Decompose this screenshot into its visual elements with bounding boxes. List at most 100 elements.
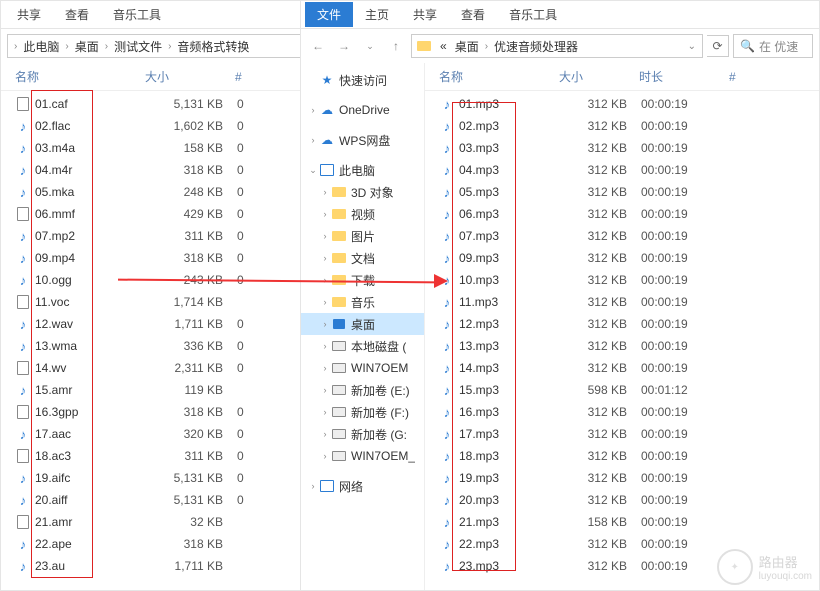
sidebar-item[interactable]: ›☁OneDrive: [301, 99, 424, 121]
sidebar-item[interactable]: ›☁WPS网盘: [301, 129, 424, 151]
expand-icon[interactable]: ›: [319, 363, 331, 373]
ribbon-tab[interactable]: 共享: [5, 2, 53, 27]
breadcrumb[interactable]: 此电脑: [19, 38, 63, 55]
address-box[interactable]: « 桌面 › 优速音频处理器 ⌄: [411, 34, 703, 58]
ribbon-tab[interactable]: 音乐工具: [497, 2, 569, 27]
sidebar-item[interactable]: ›本地磁盘 (: [301, 335, 424, 357]
expand-icon[interactable]: ›: [319, 209, 331, 219]
address-box[interactable]: › 此电脑 › 桌面 › 测试文件 › 音频格式转换: [7, 34, 303, 58]
file-row[interactable]: ♪20.mp3312 KB00:00:19: [425, 489, 819, 511]
file-row[interactable]: ♪19.aifc5,131 KB0: [1, 467, 309, 489]
expand-icon[interactable]: ›: [307, 105, 319, 115]
expand-icon[interactable]: ›: [319, 341, 331, 351]
file-row[interactable]: ♪23.au1,711 KB: [1, 555, 309, 577]
chevron-down-icon[interactable]: ⌄: [686, 41, 698, 52]
file-row[interactable]: ♪05.mp3312 KB00:00:19: [425, 181, 819, 203]
breadcrumb[interactable]: 桌面: [71, 38, 103, 55]
ribbon-tab[interactable]: 音乐工具: [101, 2, 173, 27]
file-row[interactable]: ♪06.mp3312 KB00:00:19: [425, 203, 819, 225]
ribbon-tab-file[interactable]: 文件: [305, 2, 353, 27]
expand-icon[interactable]: ›: [319, 429, 331, 439]
breadcrumb[interactable]: 音频格式转换: [173, 38, 253, 55]
file-row[interactable]: ♪11.mp3312 KB00:00:19: [425, 291, 819, 313]
sidebar-item[interactable]: ›新加卷 (F:): [301, 401, 424, 423]
breadcrumb[interactable]: 优速音频处理器: [490, 38, 582, 55]
file-row[interactable]: ♪17.mp3312 KB00:00:19: [425, 423, 819, 445]
expand-icon[interactable]: ⌄: [307, 165, 319, 176]
nav-dropdown-icon[interactable]: ⌄: [359, 35, 381, 57]
expand-icon[interactable]: ›: [307, 135, 319, 145]
ribbon-tab[interactable]: 主页: [353, 2, 401, 27]
sidebar-item[interactable]: ›下载: [301, 269, 424, 291]
sidebar-item[interactable]: ›音乐: [301, 291, 424, 313]
file-row[interactable]: ♪09.mp4318 KB0: [1, 247, 309, 269]
column-header-name[interactable]: 名称: [15, 68, 145, 85]
file-row[interactable]: ♪15.mp3598 KB00:01:12: [425, 379, 819, 401]
sidebar-item[interactable]: ›图片: [301, 225, 424, 247]
sidebar-item[interactable]: ›新加卷 (G:: [301, 423, 424, 445]
file-row[interactable]: ♪10.mp3312 KB00:00:19: [425, 269, 819, 291]
column-header-size[interactable]: 大小: [145, 68, 235, 85]
expand-icon[interactable]: ›: [307, 481, 319, 491]
search-input[interactable]: 🔍 在 优速: [733, 34, 813, 58]
expand-icon[interactable]: ›: [319, 319, 331, 329]
sidebar-item[interactable]: ★快速访问: [301, 69, 424, 91]
file-row[interactable]: ♪10.ogg243 KB0: [1, 269, 309, 291]
expand-icon[interactable]: ›: [319, 385, 331, 395]
sidebar-item[interactable]: ›WIN7OEM: [301, 357, 424, 379]
expand-icon[interactable]: ›: [319, 407, 331, 417]
sidebar-item[interactable]: ›新加卷 (E:): [301, 379, 424, 401]
file-row[interactable]: 01.caf5,131 KB0: [1, 93, 309, 115]
nav-up-icon[interactable]: ↑: [385, 35, 407, 57]
file-row[interactable]: ♪13.wma336 KB0: [1, 335, 309, 357]
column-header-duration[interactable]: 时长: [639, 68, 729, 85]
file-row[interactable]: 06.mmf429 KB0: [1, 203, 309, 225]
file-row[interactable]: ♪02.mp3312 KB00:00:19: [425, 115, 819, 137]
sidebar-item[interactable]: ›视频: [301, 203, 424, 225]
column-header-size[interactable]: 大小: [559, 68, 639, 85]
file-row[interactable]: ♪05.mka248 KB0: [1, 181, 309, 203]
file-row[interactable]: ♪14.mp3312 KB00:00:19: [425, 357, 819, 379]
breadcrumb[interactable]: 测试文件: [110, 38, 166, 55]
ribbon-tab[interactable]: 查看: [53, 2, 101, 27]
expand-icon[interactable]: ›: [319, 297, 331, 307]
sidebar-item[interactable]: ›网络: [301, 475, 424, 497]
file-row[interactable]: 14.wv2,311 KB0: [1, 357, 309, 379]
refresh-icon[interactable]: ⟳: [707, 35, 729, 57]
file-row[interactable]: ♪18.mp3312 KB00:00:19: [425, 445, 819, 467]
expand-icon[interactable]: ›: [319, 253, 331, 263]
sidebar-item[interactable]: ›桌面: [301, 313, 424, 335]
file-row[interactable]: ♪22.ape318 KB: [1, 533, 309, 555]
ribbon-tab[interactable]: 共享: [401, 2, 449, 27]
column-header-hash[interactable]: #: [235, 70, 275, 84]
file-row[interactable]: ♪02.flac1,602 KB0: [1, 115, 309, 137]
file-row[interactable]: ♪15.amr119 KB: [1, 379, 309, 401]
nav-back-icon[interactable]: ←: [307, 35, 329, 57]
expand-icon[interactable]: ›: [319, 451, 331, 461]
file-row[interactable]: ♪03.mp3312 KB00:00:19: [425, 137, 819, 159]
column-header-name[interactable]: 名称: [439, 68, 559, 85]
expand-icon[interactable]: ›: [319, 275, 331, 285]
sidebar-item[interactable]: ›3D 对象: [301, 181, 424, 203]
file-row[interactable]: ♪09.mp3312 KB00:00:19: [425, 247, 819, 269]
sidebar-item[interactable]: ›WIN7OEM_: [301, 445, 424, 467]
breadcrumb[interactable]: 桌面: [451, 38, 483, 55]
file-row[interactable]: 21.amr32 KB: [1, 511, 309, 533]
file-row[interactable]: ♪13.mp3312 KB00:00:19: [425, 335, 819, 357]
file-row[interactable]: ♪20.aiff5,131 KB0: [1, 489, 309, 511]
file-row[interactable]: ♪04.mp3312 KB00:00:19: [425, 159, 819, 181]
file-row[interactable]: ♪07.mp2311 KB0: [1, 225, 309, 247]
file-row[interactable]: ♪01.mp3312 KB00:00:19: [425, 93, 819, 115]
file-row[interactable]: ♪17.aac320 KB0: [1, 423, 309, 445]
file-row[interactable]: ♪12.mp3312 KB00:00:19: [425, 313, 819, 335]
column-header-hash[interactable]: #: [729, 70, 769, 84]
file-row[interactable]: ♪04.m4r318 KB0: [1, 159, 309, 181]
sidebar-item[interactable]: ⌄此电脑: [301, 159, 424, 181]
file-row[interactable]: ♪21.mp3158 KB00:00:19: [425, 511, 819, 533]
file-row[interactable]: ♪07.mp3312 KB00:00:19: [425, 225, 819, 247]
file-row[interactable]: 18.ac3311 KB0: [1, 445, 309, 467]
nav-forward-icon[interactable]: →: [333, 35, 355, 57]
ribbon-tab[interactable]: 查看: [449, 2, 497, 27]
file-row[interactable]: ♪12.wav1,711 KB0: [1, 313, 309, 335]
file-row[interactable]: ♪03.m4a158 KB0: [1, 137, 309, 159]
